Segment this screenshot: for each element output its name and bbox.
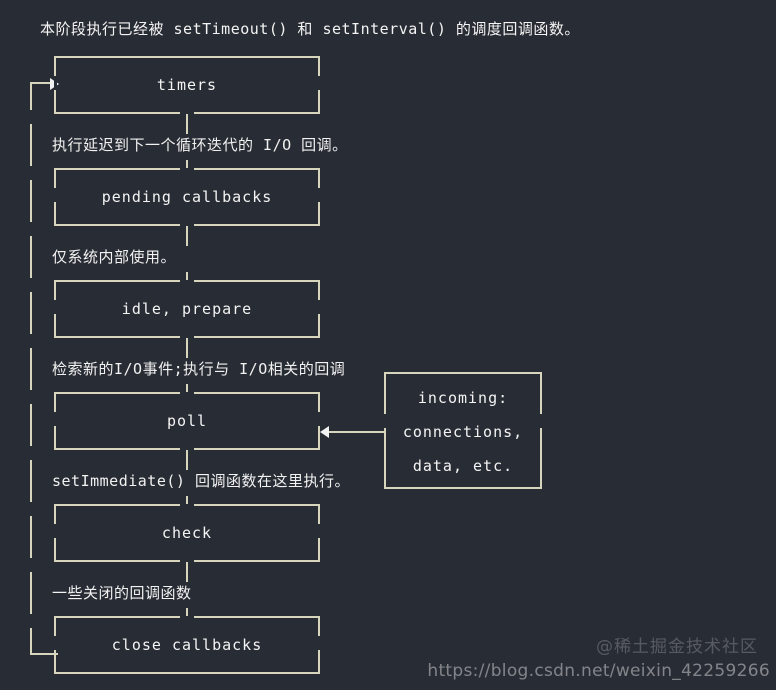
trunk-gap bbox=[30, 110, 32, 124]
phase-label-pending-callbacks: pending callbacks bbox=[101, 188, 273, 206]
trunk-gap bbox=[30, 614, 32, 628]
box-notch bbox=[180, 616, 194, 619]
caption-pending-callbacks: 执行延迟到下一个循环迭代的 I/O 回调。 bbox=[52, 136, 348, 154]
phase-label-poll: poll bbox=[166, 412, 208, 430]
phase-connector bbox=[186, 160, 188, 168]
phase-box-pending-callbacks[interactable]: pending callbacks bbox=[54, 168, 320, 226]
caption-poll: 检索新的I/O事件;执行与 I/O相关的回调 bbox=[52, 360, 346, 378]
phase-connector bbox=[186, 226, 188, 246]
trunk-gap bbox=[30, 558, 32, 572]
diagram-canvas: timers 执行延迟到下一个循环迭代的 I/O 回调。 pending cal… bbox=[14, 10, 774, 690]
watermark-brand: @稀土掘金技术社区 bbox=[596, 637, 758, 657]
phase-connector bbox=[186, 496, 188, 504]
box-notch bbox=[180, 168, 194, 171]
phase-box-poll[interactable]: poll bbox=[54, 392, 320, 450]
caption-close-callbacks: 一些关闭的回调函数 bbox=[52, 584, 192, 602]
incoming-connections-box[interactable]: incoming: connections, data, etc. bbox=[384, 372, 542, 489]
incoming-line-1: incoming: bbox=[417, 389, 509, 407]
trunk-gap bbox=[30, 166, 32, 180]
box-notch bbox=[384, 414, 387, 428]
trunk-gap bbox=[30, 390, 32, 404]
phase-connector bbox=[186, 562, 188, 582]
watermark-url: https://blog.csdn.net/weixin_42259266 bbox=[427, 661, 770, 681]
phase-connector bbox=[186, 450, 188, 470]
phase-box-close-callbacks[interactable]: close callbacks bbox=[54, 616, 320, 674]
box-notch bbox=[539, 414, 542, 428]
trunk-gap bbox=[30, 222, 32, 236]
phase-label-close-callbacks: close callbacks bbox=[111, 636, 263, 654]
incoming-arrow-icon bbox=[320, 426, 329, 438]
trunk-gap bbox=[30, 334, 32, 348]
phase-connector bbox=[186, 608, 188, 616]
phase-connector bbox=[186, 384, 188, 392]
phase-label-check: check bbox=[161, 524, 213, 542]
incoming-arrow-line bbox=[326, 431, 386, 433]
phase-box-timers[interactable]: timers bbox=[54, 56, 320, 114]
trunk-gap bbox=[30, 502, 32, 516]
caption-check: setImmediate() 回调函数在这里执行。 bbox=[52, 472, 350, 490]
phase-connector bbox=[186, 338, 188, 358]
incoming-line-3: data, etc. bbox=[412, 457, 514, 475]
phase-box-idle-prepare[interactable]: idle, prepare bbox=[54, 280, 320, 338]
box-notch bbox=[180, 280, 194, 283]
phase-connector bbox=[186, 272, 188, 280]
caption-idle-prepare: 仅系统内部使用。 bbox=[52, 248, 177, 266]
phase-box-check[interactable]: check bbox=[54, 504, 320, 562]
phase-label-timers: timers bbox=[156, 76, 218, 94]
trunk-gap bbox=[30, 278, 32, 292]
event-loop-diagram: 本阶段执行已经被 setTimeout() 和 setInterval() 的调… bbox=[0, 0, 776, 689]
trunk-gap bbox=[30, 446, 32, 460]
incoming-line-2: connections, bbox=[402, 423, 524, 441]
box-notch bbox=[180, 504, 194, 507]
box-notch bbox=[180, 392, 194, 395]
phase-connector bbox=[186, 114, 188, 134]
phase-label-idle-prepare: idle, prepare bbox=[121, 300, 253, 318]
